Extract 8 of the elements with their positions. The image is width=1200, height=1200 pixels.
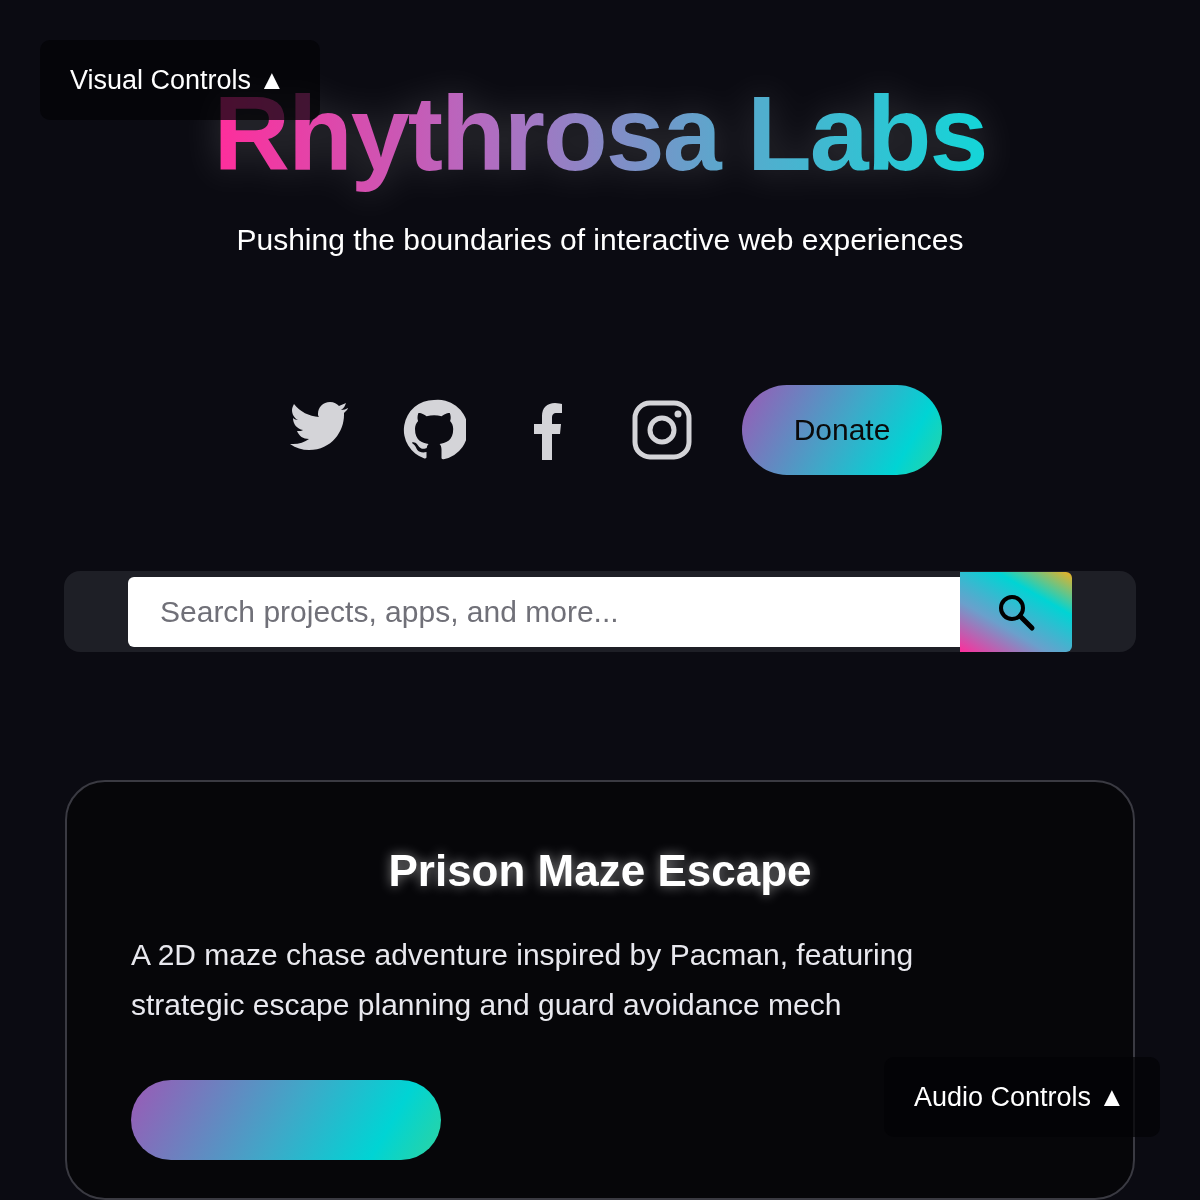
project-title: Prison Maze Escape bbox=[387, 846, 813, 896]
tagline: Pushing the boundaries of interactive web experiences bbox=[236, 223, 964, 258]
camera-icon[interactable] bbox=[630, 398, 694, 463]
controls-toggle[interactable]: Audio Controls ▲ bbox=[884, 1057, 1160, 1137]
search-field[interactable]: Search projects, apps, and more... bbox=[128, 576, 960, 647]
project-description: A 2D maze chase adventure inspired by Pacman, featuring strategic escape planning and guard avoidance mech bbox=[131, 937, 915, 1023]
search-button[interactable] bbox=[960, 571, 1072, 652]
donate-button[interactable]: Donate bbox=[742, 385, 942, 476]
